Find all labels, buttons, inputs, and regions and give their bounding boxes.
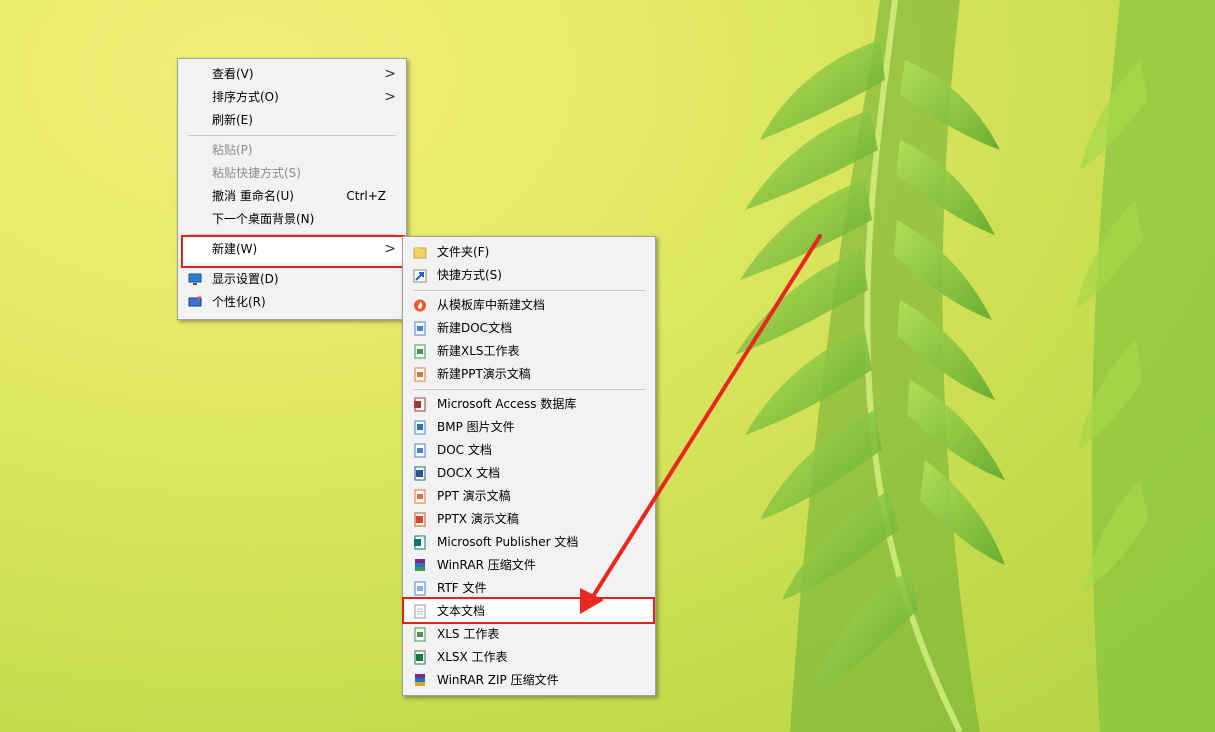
annotation-arrow [580, 234, 822, 614]
